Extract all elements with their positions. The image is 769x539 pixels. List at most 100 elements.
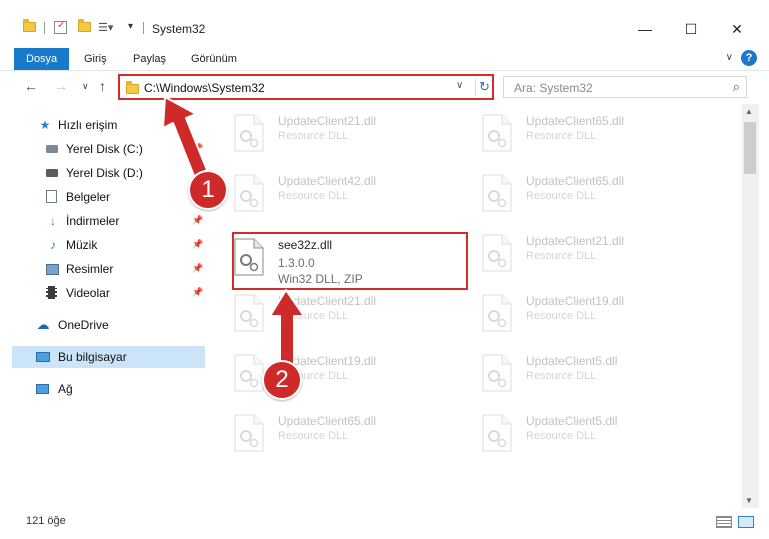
vertical-scrollbar[interactable]: ▲ ▼ (742, 104, 759, 508)
forward-arrow-icon[interactable]: → (54, 78, 68, 94)
documents-icon (46, 190, 60, 204)
dll-file-icon (234, 354, 264, 392)
tab-paylas[interactable]: Paylaş (133, 48, 166, 70)
network-icon (36, 382, 50, 396)
file-tile[interactable]: UpdateClient65.dll Resource DLL (480, 112, 716, 166)
sidebar-item-this-pc[interactable]: Bu bilgisayar (12, 346, 205, 368)
file-name: UpdateClient19.dll (526, 294, 625, 308)
file-tile[interactable]: UpdateClient65.dll Resource DLL (480, 172, 716, 226)
pin-icon[interactable]: 📌 (192, 215, 203, 226)
sidebar-item-local-disk-c[interactable]: Yerel Disk (C:) 📌 (0, 138, 207, 160)
sidebar-item-network[interactable]: Ağ (0, 378, 207, 400)
up-arrow-icon[interactable]: ↑ (99, 78, 106, 94)
status-bar: 121 öğe (0, 508, 769, 539)
dll-file-icon (482, 174, 512, 212)
properties-icon[interactable]: ✓ (54, 20, 67, 34)
search-icon[interactable]: ⌕ (733, 79, 740, 95)
search-input[interactable]: Ara: System32 (514, 81, 593, 95)
quick-access-dropdown-icon[interactable]: ▾ (128, 21, 133, 32)
sidebar-item-music[interactable]: ♪ Müzik 📌 (0, 234, 207, 256)
file-tile[interactable]: UpdateClient5.dll Resource DLL (480, 352, 716, 406)
file-tile[interactable]: UpdateClient65.dll Resource DLL (232, 412, 468, 466)
file-type: Resource DLL (278, 430, 349, 442)
step-2-badge: 2 (262, 360, 302, 400)
sidebar-item-label: Videolar (66, 286, 110, 300)
scroll-down-icon[interactable]: ▼ (745, 496, 753, 505)
tiles-view-icon[interactable] (738, 516, 754, 528)
dll-file-icon (234, 414, 264, 452)
file-tile[interactable]: UpdateClient5.dll Resource DLL (480, 412, 716, 466)
new-folder-icon[interactable] (78, 19, 91, 32)
file-tile[interactable]: UpdateClient21.dll Resource DLL (480, 232, 716, 286)
dll-file-icon (482, 294, 512, 332)
sidebar-item-videos[interactable]: Videolar 📌 (0, 282, 207, 304)
sidebar-item-label: Resimler (66, 262, 114, 276)
pin-icon[interactable]: 📌 (192, 263, 203, 274)
file-tile[interactable]: UpdateClient42.dll Resource DLL (232, 172, 468, 226)
customize-toolbar-icon[interactable]: ☰▾ (98, 21, 113, 34)
address-path[interactable]: C:\Windows\System32 (144, 81, 265, 95)
sidebar-item-label: Müzik (66, 238, 98, 252)
file-type: Resource DLL (526, 250, 597, 262)
sidebar-item-quick-access[interactable]: ★ Hızlı erişim (0, 114, 207, 136)
music-icon: ♪ (50, 238, 56, 252)
sidebar-item-downloads[interactable]: ↓ İndirmeler 📌 (0, 210, 207, 232)
dll-file-icon (482, 354, 512, 392)
recent-locations-icon[interactable]: ∨ (82, 81, 89, 92)
tab-dosya[interactable]: Dosya (14, 48, 70, 70)
sidebar-item-onedrive[interactable]: ☁ OneDrive (0, 314, 207, 336)
minimize-button[interactable]: — (626, 18, 664, 40)
file-type: Resource DLL (526, 130, 597, 142)
sidebar-item-label: Bu bilgisayar (58, 350, 127, 364)
file-type: Resource DLL (526, 370, 597, 382)
help-button[interactable]: ? (741, 50, 757, 66)
file-name: UpdateClient65.dll (526, 114, 625, 128)
download-icon: ↓ (50, 214, 56, 228)
file-tile[interactable]: UpdateClient21.dll Resource DLL (232, 112, 468, 166)
address-bar[interactable]: C:\Windows\System32 ∨ ↻ (118, 74, 494, 100)
address-dropdown-icon[interactable]: ∨ (456, 80, 463, 91)
sidebar-item-pictures[interactable]: Resimler 📌 (0, 258, 207, 280)
dll-file-icon (234, 294, 264, 332)
pin-icon[interactable]: 📌 (192, 143, 203, 154)
refresh-icon[interactable]: ↻ (475, 78, 493, 96)
close-button[interactable]: ✕ (718, 18, 756, 40)
sidebar-item-documents[interactable]: Belgeler (0, 186, 207, 208)
file-name: UpdateClient65.dll (278, 414, 377, 428)
cloud-icon: ☁ (36, 317, 50, 332)
file-type: Resource DLL (526, 310, 597, 322)
details-view-icon[interactable] (716, 516, 732, 528)
separator (44, 22, 45, 34)
folder-icon[interactable] (23, 19, 36, 32)
dll-file-icon (482, 114, 512, 152)
drive-icon (46, 166, 60, 180)
dll-file-icon (482, 234, 512, 272)
file-type: Resource DLL (278, 310, 349, 322)
pin-icon[interactable]: 📌 (192, 287, 203, 298)
computer-icon (36, 350, 50, 364)
sidebar-item-local-disk-d[interactable]: Yerel Disk (D:) (0, 162, 207, 184)
ribbon-tabs: Dosya Giriş Paylaş Görünüm ∨ ? (0, 44, 769, 71)
expand-ribbon-icon[interactable]: ∨ (726, 52, 733, 63)
tab-gorunum[interactable]: Görünüm (191, 48, 237, 70)
video-icon (46, 286, 60, 300)
file-name: UpdateClient65.dll (526, 174, 625, 188)
file-tile[interactable]: UpdateClient19.dll Resource DLL (480, 292, 716, 346)
sidebar-item-label: Yerel Disk (C:) (66, 142, 143, 156)
back-arrow-icon[interactable]: ← (24, 78, 38, 94)
search-box[interactable]: Ara: System32 ⌕ (503, 76, 747, 98)
title-bar: ✓ ☰▾ ▾ System32 — ☐ ✕ (0, 0, 769, 44)
file-name: UpdateClient21.dll (278, 114, 377, 128)
dll-file-icon (234, 114, 264, 152)
scroll-thumb[interactable] (744, 122, 756, 174)
tab-giris[interactable]: Giriş (84, 48, 107, 70)
maximize-button[interactable]: ☐ (672, 18, 710, 40)
pin-icon[interactable]: 📌 (192, 239, 203, 250)
scroll-up-icon[interactable]: ▲ (745, 107, 753, 116)
file-tile[interactable]: UpdateClient21.dll Resource DLL (232, 292, 468, 346)
step-1-badge: 1 (188, 170, 228, 210)
sidebar-item-label: İndirmeler (66, 214, 120, 228)
separator (143, 22, 144, 34)
pictures-icon (46, 262, 60, 276)
star-icon: ★ (39, 118, 51, 132)
